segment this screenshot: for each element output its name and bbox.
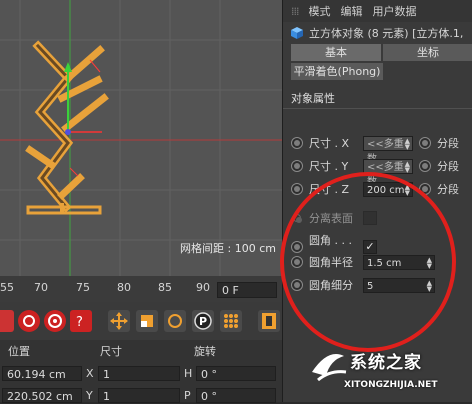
watermark-title: 系统之家	[350, 353, 422, 373]
watermark-logo-icon	[312, 354, 347, 382]
annotation-circle	[280, 172, 456, 352]
watermark-url: XITONGZHIJIA.NET	[344, 380, 438, 390]
watermark: 系统之家 XITONGZHIJIA.NET	[300, 340, 472, 402]
